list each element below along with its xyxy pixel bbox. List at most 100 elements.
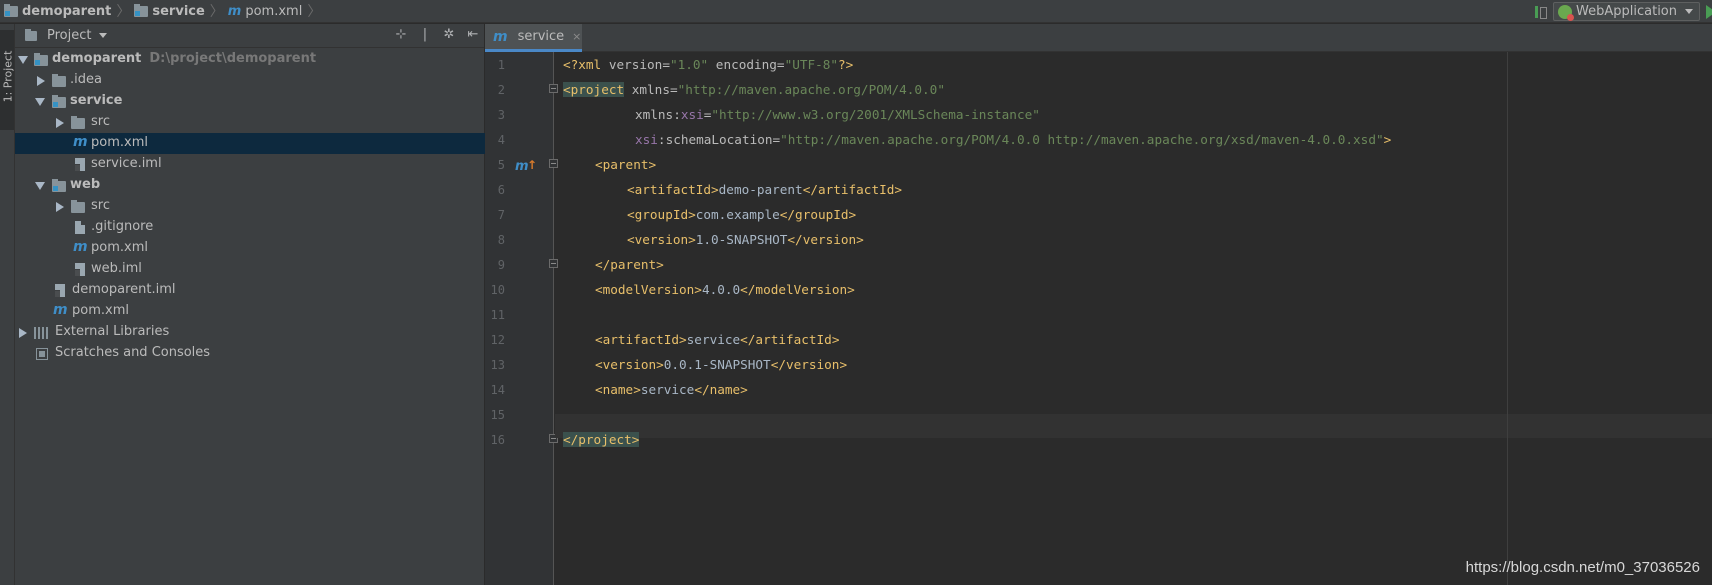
breadcrumb-item-service[interactable]: service [152, 4, 204, 19]
tree-item-service[interactable]: service [15, 91, 485, 112]
line-number: 1 [497, 58, 505, 72]
run-configuration-label: WebApplication [1576, 4, 1677, 19]
code-line-8: <version>1.0-SNAPSHOT</version> [627, 227, 864, 252]
breadcrumb-separator-icon: 〉 [307, 4, 322, 20]
xml-declaration-open: <?xml [563, 57, 609, 72]
line-number: 15 [490, 408, 505, 422]
project-tool-window-button[interactable]: 1: Project [0, 30, 15, 130]
toolbar-right: WebApplication [1533, 0, 1712, 23]
code-line-16: </project> [563, 427, 640, 452]
tree-item-scratches[interactable]: Scratches and Consoles [15, 343, 485, 364]
editor-gutter: 1 2 3 4 5 6 7 8 9 10 11 12 13 14 15 16 m [485, 52, 558, 585]
module-file-icon [75, 263, 85, 276]
collapsed-arrow-icon[interactable] [56, 118, 64, 128]
namespace: xsi [635, 132, 658, 147]
tree-item-src-label: src [91, 198, 110, 213]
expanded-arrow-icon[interactable] [18, 56, 28, 64]
breadcrumb-separator-icon: 〉 [116, 4, 131, 20]
tree-item-scratches-label: Scratches and Consoles [55, 345, 211, 360]
tree-item-external-libraries[interactable]: External Libraries [15, 322, 485, 343]
tree-item-service-iml[interactable]: service.iml [15, 154, 485, 175]
close-icon[interactable]: × [572, 30, 581, 43]
library-icon [34, 327, 49, 339]
attr-name: schemaLocation [665, 132, 773, 147]
tool-window-strip: 1: Project [0, 24, 15, 585]
scratches-icon [36, 348, 48, 360]
tree-item-web-pom[interactable]: m pom.xml [15, 238, 485, 259]
folder-icon [52, 74, 66, 87]
line-number: 7 [497, 208, 505, 222]
breadcrumb-item-pom[interactable]: pom.xml [245, 4, 302, 19]
tree-item-demoparent[interactable]: demoparent D:\project\demoparent [15, 49, 485, 70]
tag: <parent> [595, 157, 657, 172]
navigation-bar: demoparent 〉 service 〉 m pom.xml 〉 WebAp… [0, 0, 1712, 23]
watermark: https://blog.csdn.net/m0_37036526 [1465, 559, 1700, 576]
tree-item-idea-label: .idea [70, 72, 102, 87]
tree-item-pom-label: pom.xml [91, 240, 148, 255]
attr-name: encoding [708, 57, 777, 72]
tree-item-src-label: src [91, 114, 110, 129]
tree-item-demoparent-iml[interactable]: demoparent.iml [15, 280, 485, 301]
gear-icon[interactable]: ✲ [442, 28, 456, 42]
tree-item-idea[interactable]: .idea [15, 70, 485, 91]
line-number: 16 [490, 433, 505, 447]
code-area[interactable]: <?xml version="1.0" encoding="UTF-8"?> <… [555, 52, 1712, 585]
run-configuration-select[interactable]: WebApplication [1553, 2, 1700, 21]
chevron-down-icon[interactable] [99, 33, 108, 38]
tree-item-gitignore[interactable]: .gitignore [15, 217, 485, 238]
module-folder-icon [34, 53, 48, 66]
maven-parent-gutter-icon[interactable]: m [515, 158, 536, 174]
project-tree: demoparent D:\project\demoparent .idea se… [15, 49, 485, 364]
text-file-icon [75, 221, 85, 234]
tag-bracket: > [1383, 132, 1392, 147]
equals: = [669, 82, 678, 97]
module-folder-icon [134, 3, 149, 17]
tree-item-iml-label: web.iml [91, 261, 142, 276]
tag-close: </name> [694, 382, 748, 397]
tab-service-pom[interactable]: m service × [485, 24, 582, 52]
tree-item-service-src[interactable]: src [15, 112, 485, 133]
tag-text: 4.0.0 [701, 282, 741, 297]
code-line-5: <parent> [595, 152, 656, 177]
expanded-arrow-icon[interactable] [35, 98, 45, 106]
collapsed-arrow-icon[interactable] [56, 202, 64, 212]
collapsed-arrow-icon[interactable] [37, 76, 45, 86]
collapsed-arrow-icon[interactable] [19, 328, 27, 338]
tree-item-web-src[interactable]: src [15, 196, 485, 217]
tree-item-web[interactable]: web [15, 175, 485, 196]
expanded-arrow-icon[interactable] [35, 182, 45, 190]
code-line-4: xsi:schemaLocation="http://maven.apache.… [635, 127, 1391, 152]
tag-name: project [570, 82, 625, 97]
editor-tab-bar: m service × [485, 24, 1712, 52]
tree-item-service-pom[interactable]: m pom.xml [15, 133, 485, 154]
code-line-6: <artifactId>demo-parent</artifactId> [627, 177, 902, 202]
tab-label: service [517, 29, 565, 44]
tree-item-demoparent-label: demoparent [52, 51, 142, 66]
divider-icon: | [422, 27, 428, 42]
tag-open: <modelVersion> [595, 282, 702, 297]
tag-open: <artifactId> [627, 182, 719, 197]
module-folder-icon [4, 3, 18, 17]
breadcrumb-item-demoparent[interactable]: demoparent [22, 4, 111, 19]
run-icon[interactable] [1706, 4, 1712, 19]
maven-file-icon: m [227, 3, 242, 19]
hide-panel-icon[interactable]: ⇤ [466, 28, 480, 42]
attr-value: "http://maven.apache.org/POM/4.0.0 http:… [780, 132, 1384, 147]
folder-icon [71, 116, 85, 129]
attr-value: "http://www.w3.org/2001/XMLSchema-instan… [711, 107, 1040, 122]
code-line-10: <modelVersion>4.0.0</modelVersion> [595, 277, 855, 302]
project-view-select[interactable]: Project [47, 28, 91, 43]
tree-item-web-iml[interactable]: web.iml [15, 259, 485, 280]
equals: = [662, 57, 670, 72]
attr-name: xmlns [635, 107, 674, 122]
tree-item-service-label: service [70, 93, 123, 108]
equals: = [776, 57, 785, 72]
collapse-all-icon[interactable]: ⊹ [394, 28, 408, 42]
attr-name: version [608, 57, 663, 72]
chevron-down-icon [1685, 9, 1693, 14]
tree-item-iml-label: demoparent.iml [72, 282, 176, 297]
build-project-icon[interactable] [1533, 4, 1548, 20]
tree-item-root-pom[interactable]: m pom.xml [15, 301, 485, 322]
module-folder-icon [52, 95, 66, 108]
colon: : [657, 132, 666, 147]
